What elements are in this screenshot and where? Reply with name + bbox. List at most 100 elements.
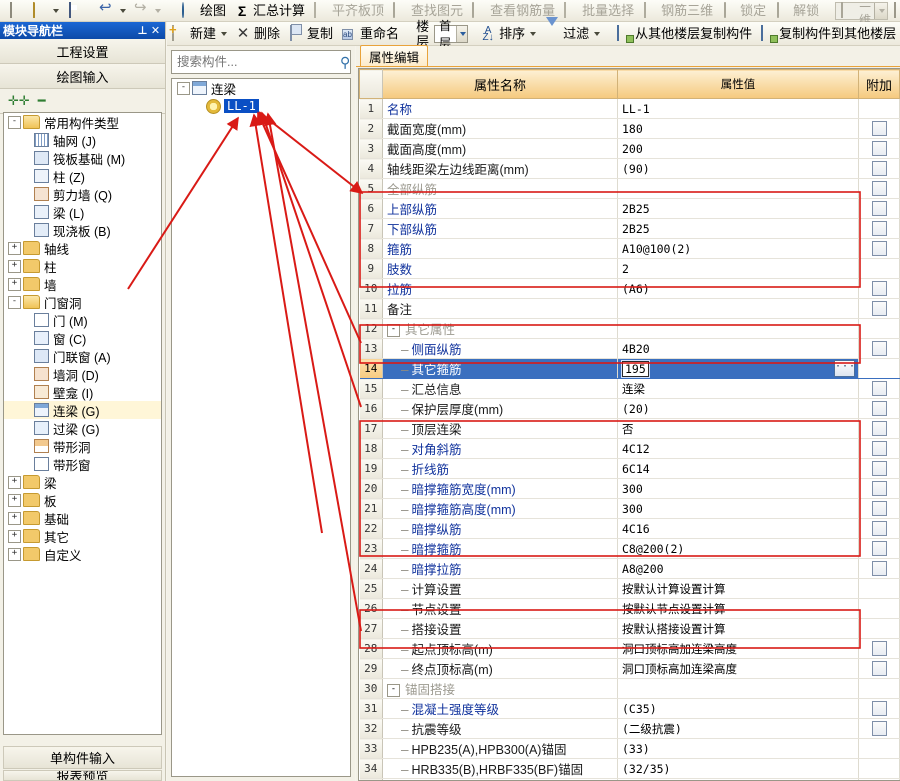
rename-component-button[interactable]: ab 重命名 — [337, 24, 403, 44]
attach-cell[interactable] — [858, 698, 900, 719]
add-node-icon[interactable]: ✛✛ — [8, 93, 30, 109]
attach-cell[interactable] — [858, 178, 900, 199]
new-component-button[interactable]: 新建 — [167, 24, 231, 44]
property-value-cell[interactable]: 按默认搭接设置计算 — [617, 618, 859, 639]
property-name-cell[interactable]: 箍筋 — [382, 238, 618, 259]
property-value-cell[interactable]: (90) — [617, 158, 859, 179]
property-name-cell[interactable]: 上部纵筋 — [382, 198, 618, 219]
search-icon[interactable]: ⚲ — [340, 54, 350, 71]
property-name-cell[interactable]: 备注 — [382, 298, 618, 319]
floor-select[interactable]: 首层 — [434, 19, 469, 50]
attach-cell[interactable] — [858, 438, 900, 459]
property-value-cell[interactable]: 2B25 — [617, 198, 859, 219]
property-name-cell[interactable]: — 暗撑纵筋 — [382, 518, 618, 539]
attach-checkbox[interactable] — [871, 561, 887, 577]
pin-icon[interactable]: ⊥ — [136, 24, 149, 37]
property-value-cell[interactable]: 4C12 — [617, 438, 859, 459]
table-row[interactable]: 26— 节点设置 按默认节点设置计算 — [359, 598, 900, 619]
sidebar-item-16[interactable]: 连梁 (G) — [4, 401, 161, 419]
copy-from-other-floor-button[interactable]: 从其他楼层复制构件 — [612, 24, 756, 44]
collapse-toggle-icon[interactable]: - — [177, 81, 190, 95]
property-value-cell[interactable]: (20) — [617, 398, 859, 419]
attach-cell[interactable] — [858, 718, 900, 739]
attach-checkbox[interactable] — [871, 221, 887, 237]
property-name-cell[interactable]: — 混凝土强度等级 — [382, 698, 618, 719]
batch-select-button[interactable]: 批量选择 — [559, 1, 638, 21]
attach-checkbox[interactable] — [871, 721, 887, 737]
attach-cell[interactable] — [858, 758, 900, 779]
property-value-cell[interactable]: 按默认计算设置计算 — [617, 578, 859, 599]
table-row[interactable]: 19— 折线筋 6C14 — [359, 458, 900, 479]
attach-checkbox[interactable] — [871, 701, 887, 717]
table-row[interactable]: 6 上部纵筋 2B25 — [359, 198, 900, 219]
property-name-cell[interactable]: — 暗撑拉筋 — [382, 558, 618, 579]
attach-cell[interactable] — [858, 218, 900, 239]
attach-cell[interactable] — [858, 598, 900, 619]
table-row[interactable]: 30- 锚固搭接 — [359, 678, 900, 699]
property-name-cell[interactable]: — 顶层连梁 — [382, 418, 618, 439]
property-value-cell[interactable]: 洞口顶标高加连梁高度 — [617, 658, 859, 679]
attach-cell[interactable] — [858, 278, 900, 299]
property-name-cell[interactable]: 全部纵筋 — [382, 178, 618, 199]
collapse-toggle-icon[interactable]: - — [8, 295, 21, 309]
property-value-cell[interactable]: A10@100(2) — [617, 238, 859, 259]
expand-toggle-icon[interactable]: + — [8, 241, 21, 255]
table-row[interactable]: 13— 侧面纵筋 4B20 — [359, 338, 900, 359]
group-collapse-icon[interactable]: - — [387, 324, 400, 338]
single-component-input-button[interactable]: 单构件输入 — [3, 746, 162, 769]
attach-cell[interactable] — [858, 198, 900, 219]
attach-checkbox[interactable] — [871, 141, 887, 157]
attach-checkbox[interactable] — [871, 281, 887, 297]
attach-cell[interactable] — [858, 578, 900, 599]
table-row[interactable]: 14— 其它箍筋 195 ··· — [359, 358, 900, 379]
attach-cell[interactable] — [858, 358, 900, 379]
delete-component-button[interactable]: ✕ 删除 — [231, 24, 284, 44]
table-row[interactable]: 23— 暗撑箍筋 C8@200(2) — [359, 538, 900, 559]
property-value-cell[interactable]: 否 — [617, 418, 859, 439]
sidebar-item-9[interactable]: + 墙 — [4, 275, 161, 293]
property-value-cell[interactable] — [617, 298, 859, 319]
property-value-cell[interactable]: 6C14 — [617, 458, 859, 479]
property-value-cell[interactable] — [617, 678, 859, 699]
attach-cell[interactable] — [858, 418, 900, 439]
top-view-button[interactable]: 俯 — [888, 1, 900, 21]
property-value-cell[interactable]: 按默认节点设置计算 — [617, 598, 859, 619]
property-value-cell[interactable]: 195 ··· — [617, 358, 859, 379]
property-value-cell[interactable]: (A6) — [617, 278, 859, 299]
sidebar-item-5[interactable]: 梁 (L) — [4, 203, 161, 221]
sidebar-item-21[interactable]: + 板 — [4, 491, 161, 509]
sidebar-item-project-settings[interactable]: 工程设置 — [0, 39, 165, 64]
rebar-3d-button[interactable]: 钢筋三维 — [638, 1, 717, 21]
chevron-down-icon[interactable] — [455, 25, 468, 42]
property-name-cell[interactable]: — 暗撑箍筋宽度(mm) — [382, 478, 618, 499]
attach-cell[interactable] — [858, 258, 900, 279]
align-slab-top-button[interactable]: 平齐板顶 — [309, 1, 388, 21]
report-preview-button[interactable]: 报表预览 — [3, 770, 162, 781]
attach-cell[interactable] — [858, 558, 900, 579]
sidebar-item-15[interactable]: 壁龛 (I) — [4, 383, 161, 401]
copy-component-button[interactable]: 复制 — [284, 24, 337, 44]
property-name-cell[interactable]: 下部纵筋 — [382, 218, 618, 239]
table-row[interactable]: 16— 保护层厚度(mm) (20) — [359, 398, 900, 419]
attach-cell[interactable] — [858, 118, 900, 139]
sidebar-item-23[interactable]: + 其它 — [4, 527, 161, 545]
table-row[interactable]: 29— 终点顶标高(m) 洞口顶标高加连梁高度 — [359, 658, 900, 679]
property-name-cell[interactable]: — 终点顶标高(m) — [382, 658, 618, 679]
sidebar-item-0[interactable]: - 常用构件类型 — [4, 113, 161, 131]
lock-button[interactable]: 锁定 — [717, 1, 770, 21]
property-value-cell[interactable] — [617, 318, 859, 339]
sidebar-item-11[interactable]: 门 (M) — [4, 311, 161, 329]
attach-cell[interactable] — [858, 238, 900, 259]
attach-checkbox[interactable] — [871, 641, 887, 657]
property-name-cell[interactable]: — 搭接设置 — [382, 618, 618, 639]
property-value-cell[interactable]: (C35) — [617, 698, 859, 719]
copy-to-other-floor-button[interactable]: 复制构件到其他楼层 — [756, 24, 900, 44]
property-name-cell[interactable]: — 计算设置 — [382, 578, 618, 599]
attach-checkbox[interactable] — [871, 461, 887, 477]
property-name-cell[interactable]: — 对角斜筋 — [382, 438, 618, 459]
property-value-cell[interactable]: 洞口顶标高加连梁高度 — [617, 638, 859, 659]
group-collapse-icon[interactable]: - — [387, 684, 400, 698]
property-value-cell[interactable]: 4C16 — [617, 518, 859, 539]
property-name-cell[interactable]: — 抗震等级 — [382, 718, 618, 739]
chevron-down-icon[interactable] — [874, 2, 888, 19]
